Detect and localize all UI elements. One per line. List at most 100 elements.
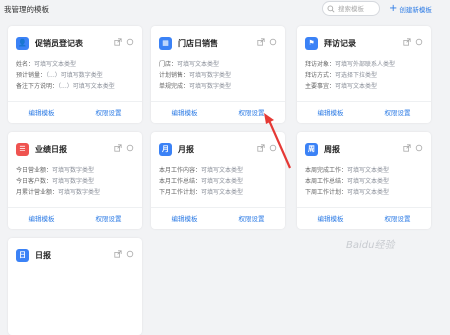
field-label: 月累计营业额： (16, 189, 59, 196)
card-fields: 拜访对象：可填写外部联系人类型 拜访方式：可选择下拉类型主要事宜：可填写文本类型 (305, 59, 395, 92)
card-title: 日日报 (16, 248, 51, 262)
search-icon (327, 5, 335, 13)
field-value: 可填写文本类型 (347, 167, 390, 174)
field-label: 本周工作总结： (305, 178, 348, 185)
field-value: 可填写数字类型 (189, 83, 232, 90)
template-card[interactable]: 周周报本周完成工作：可填写文本类型本周工作总结： 可填写文本类型下周工作计划：可填… (297, 132, 431, 229)
field-label: 门店： (159, 61, 178, 68)
edit-template-button[interactable]: 编辑模板 (8, 208, 75, 230)
more-icon[interactable] (126, 250, 134, 258)
card-field: 下周工作计划：可填写文本类型 (305, 187, 389, 198)
more-icon[interactable] (415, 144, 423, 152)
field-value: 可填写数字类型 (52, 167, 95, 174)
edit-template-button[interactable]: 编辑模板 (297, 102, 364, 124)
card-name: 门店日销售 (178, 38, 218, 48)
card-name: 拜访记录 (324, 38, 356, 48)
card-footer: 编辑模板 权限设置 (151, 207, 285, 230)
search-input[interactable] (335, 4, 378, 13)
card-field: 拜访方式：可选择下拉类型 (305, 70, 395, 81)
card-title: 月月报 (159, 142, 194, 156)
week-icon: 周 (305, 142, 318, 156)
card-title: ⚑ 拜访记录 (305, 36, 356, 50)
card-field: 今日营业额：可填写数字类型 (16, 165, 100, 176)
permission-settings-button[interactable]: 权限设置 (364, 208, 431, 230)
card-footer: 编辑模板 权限设置 (297, 101, 431, 124)
field-value: 可填写文本类型 (335, 83, 378, 90)
card-title: 👤 促销员登记表 (16, 36, 83, 50)
field-label: 本月工作内容： (159, 167, 202, 174)
more-icon[interactable] (126, 144, 134, 152)
permission-settings-button[interactable]: 权限设置 (75, 208, 142, 230)
card-fields: 门店：可填写文本类型 计划销售：可填写数字类型 单规完成：可填写数字类型 (159, 59, 231, 92)
template-card[interactable]: 日日报 (8, 238, 142, 335)
more-icon[interactable] (415, 38, 423, 46)
card-field: 姓名：可填写文本类型 (16, 59, 115, 70)
field-value: 可填写数字类型 (52, 178, 95, 185)
template-card[interactable]: ☰ 业绩日报 今日营业额：可填写数字类型 今日客户数：可填写数字类型 月累计营业额：可填… (8, 132, 142, 229)
share-icon[interactable] (403, 144, 411, 152)
visit-icon: ⚑ (305, 36, 318, 50)
create-template-button[interactable]: + 创建新模板 (389, 3, 432, 14)
more-icon[interactable] (126, 38, 134, 46)
share-icon[interactable] (403, 38, 411, 46)
field-label: 拜访方式： (305, 72, 336, 79)
card-field: 本周完成工作：可填写文本类型 (305, 165, 389, 176)
card-field: 预计销量：（...）可填写数字类型 (16, 70, 115, 81)
card-field: 计划销售：可填写数字类型 (159, 70, 231, 81)
card-title: ▦ 门店日销售 (159, 36, 218, 50)
more-icon[interactable] (269, 38, 277, 46)
edit-template-button[interactable]: 编辑模板 (151, 208, 218, 230)
field-value: 可填写数字类型 (58, 189, 101, 196)
field-label: 本周完成工作： (305, 167, 348, 174)
field-label: 姓名： (16, 61, 35, 68)
field-label: 本月工作总结： (159, 178, 202, 185)
card-field: 门店：可填写文本类型 (159, 59, 231, 70)
template-card[interactable]: ▦ 门店日销售 门店：可填写文本类型 计划销售：可填写数字类型 单规完成：可填写数字类型… (151, 26, 285, 123)
edit-template-button[interactable]: 编辑模板 (297, 208, 364, 230)
plus-icon: + (389, 2, 398, 14)
card-title: ☰ 业绩日报 (16, 142, 67, 156)
field-label: 下月工作计划： (159, 189, 202, 196)
field-value: 可填写文本类型 (201, 167, 244, 174)
page-title: 我管理的模板 (4, 5, 49, 14)
template-card[interactable]: ⚑ 拜访记录 拜访对象：可填写外部联系人类型 拜访方式：可选择下拉类型 主要事宜：可填写… (297, 26, 431, 123)
share-icon[interactable] (257, 38, 265, 46)
card-field: 拜访对象：可填写外部联系人类型 (305, 59, 395, 70)
card-field: 今日客户数：可填写数字类型 (16, 176, 100, 187)
page-header: 我管理的模板 + 创建新模板 (0, 0, 450, 20)
permission-settings-button[interactable]: 权限设置 (218, 208, 285, 230)
field-value: 可填写文本类型 (177, 61, 220, 68)
card-field: 下月工作计划：可填写文本类型 (159, 187, 243, 198)
card-footer: 编辑模板 权限设置 (8, 101, 142, 124)
field-value: 可填写文本类型 (201, 189, 244, 196)
field-label: 下周工作计划： (305, 189, 348, 196)
card-name: 周报 (324, 144, 340, 154)
month-icon: 月 (159, 142, 172, 156)
field-value: （...）可填写文本类型 (58, 83, 115, 90)
day-icon: 日 (16, 248, 29, 262)
red-arrow-annotation (264, 113, 292, 169)
card-fields: 姓名：可填写文本类型 预计销量：（...）可填写数字类型 备注下方说明：（...）可… (16, 59, 115, 92)
card-name: 月报 (178, 144, 194, 154)
share-icon[interactable] (114, 250, 122, 258)
share-icon[interactable] (114, 38, 122, 46)
report-icon: ☰ (16, 142, 29, 156)
card-field: 备注下方说明：（...）可填写文本类型 (16, 81, 115, 92)
field-label: 备注下方说明： (16, 83, 59, 90)
permission-settings-button[interactable]: 权限设置 (75, 102, 142, 124)
search-box[interactable] (322, 1, 380, 16)
template-card[interactable]: 👤 促销员登记表 姓名：可填写文本类型 预计销量：（...）可填写数字类型 备注下方说明… (8, 26, 142, 123)
field-value: 可填写外部联系人类型 (335, 61, 396, 68)
card-field: 本月工作总结：可填写文本类型 (159, 176, 243, 187)
field-value: 可填写文本类型 (34, 61, 77, 68)
permission-settings-button[interactable]: 权限设置 (364, 102, 431, 124)
share-icon[interactable] (114, 144, 122, 152)
edit-template-button[interactable]: 编辑模板 (8, 102, 75, 124)
card-title: 周周报 (305, 142, 340, 156)
edit-template-button[interactable]: 编辑模板 (151, 102, 218, 124)
card-name: 促销员登记表 (35, 38, 83, 48)
card-fields: 本月工作内容：可填写文本类型 本月工作总结：可填写文本类型 下月工作计划：可填写文本… (159, 165, 243, 198)
field-label: 主要事宜： (305, 83, 336, 90)
card-name: 业绩日报 (35, 144, 67, 154)
field-label: 今日客户数： (16, 178, 53, 185)
